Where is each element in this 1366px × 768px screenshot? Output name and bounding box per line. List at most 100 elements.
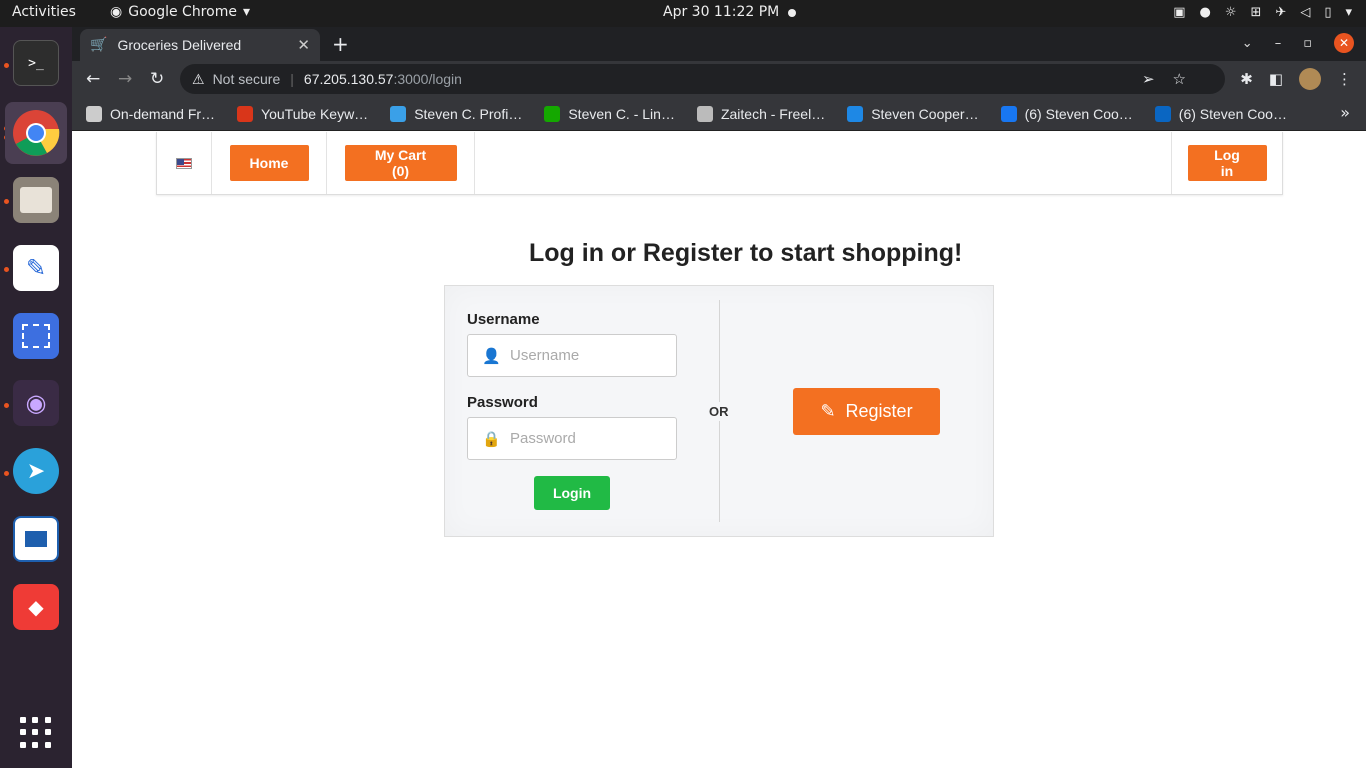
status-icon: ● — [1199, 5, 1211, 20]
send-icon[interactable]: ➢ — [1142, 70, 1155, 88]
toolbar-actions: ✱ ◧ ⋮ — [1240, 68, 1352, 90]
cart-favicon-icon: 🛒 — [90, 37, 108, 53]
page-title: Log in or Register to start shopping! — [529, 239, 963, 267]
register-button-label: Register — [845, 401, 913, 421]
bookmark-label: Steven C. Profi… — [414, 105, 523, 122]
bookmark-favicon-icon — [237, 105, 254, 122]
close-tab-icon[interactable]: ✕ — [297, 36, 310, 54]
maximize-button[interactable]: ▫ — [1303, 36, 1312, 51]
forward-button[interactable]: → — [118, 69, 132, 89]
tab-search-icon[interactable]: ⌄ — [1242, 36, 1253, 51]
dock: >_ ✎ ◉ ➤ ◆ — [0, 27, 72, 768]
running-indicator — [4, 199, 9, 204]
url-path: :3000/login — [393, 71, 462, 87]
new-tab-button[interactable]: + — [332, 32, 349, 56]
lock-icon: 🔒 — [482, 430, 501, 448]
username-field[interactable]: 👤 — [467, 334, 677, 377]
os-top-bar: Activities ◉ Google Chrome ▾ Apr 30 11:2… — [0, 0, 1366, 27]
clock[interactable]: Apr 30 11:22 PM — [663, 4, 779, 20]
anydesk-icon[interactable]: ◆ — [13, 584, 59, 630]
tab-groceries[interactable]: 🛒 Groceries Delivered ✕ — [80, 29, 320, 61]
register-button[interactable]: ✎ Register — [793, 388, 940, 435]
screenshot-icon[interactable] — [13, 313, 59, 359]
volume-icon: ◁ — [1300, 5, 1311, 20]
running-indicator — [4, 267, 9, 272]
bookmark-favicon-icon — [696, 105, 713, 122]
password-field[interactable]: 🔒 — [467, 417, 677, 460]
log-in-button[interactable]: Log in — [1187, 145, 1267, 181]
menu-icon[interactable]: ⋮ — [1337, 70, 1352, 88]
tab-title: Groceries Delivered — [117, 37, 242, 53]
browser-toolbar: ← → ↻ ⚠ Not secure | 67.205.130.57 :3000… — [72, 61, 1366, 97]
extensions-icon[interactable]: ✱ — [1240, 70, 1253, 88]
writer-icon[interactable] — [13, 516, 59, 562]
telegram-icon[interactable]: ➤ — [13, 448, 59, 494]
close-window-button[interactable]: ✕ — [1334, 33, 1354, 53]
window-controls: ⌄ – ▫ ✕ — [1242, 33, 1354, 53]
bookmark-star-icon[interactable]: ☆ — [1173, 70, 1186, 88]
reload-button[interactable]: ↻ — [150, 69, 164, 89]
video-recorder-icon[interactable]: ◉ — [13, 380, 59, 426]
username-input[interactable] — [510, 347, 670, 364]
home-button[interactable]: Home — [229, 145, 309, 181]
omnibox-actions: ➢ ☆ — [1142, 70, 1186, 88]
not-secure-label: Not secure — [212, 71, 281, 87]
bookmark-label: Steven C. - Lin… — [568, 105, 675, 122]
bookmark-label: Zaitech - Freel… — [720, 105, 826, 122]
bookmark-label: (6) Steven Coo… — [1024, 105, 1133, 122]
login-register-panel: Username 👤 Password 🔒 Login OR ✎ Registe… — [444, 285, 994, 537]
address-bar[interactable]: ⚠ Not secure | 67.205.130.57 :3000/login — [180, 64, 1225, 94]
chrome-icon[interactable] — [5, 102, 67, 164]
bookmarks-bar: On-demand Fr… YouTube Keyw… Steven C. Prof… — [72, 97, 1366, 131]
username-label: Username — [467, 311, 540, 328]
language-selector[interactable] — [157, 132, 212, 194]
or-label: OR — [707, 402, 731, 421]
tab-strip: 🛒 Groceries Delivered ✕ + ⌄ – ▫ ✕ — [72, 27, 1366, 61]
bookmark-item[interactable]: (6) Steven Coo… — [1154, 105, 1287, 122]
bookmark-favicon-icon — [390, 105, 407, 122]
running-indicator — [4, 63, 9, 68]
bookmark-label: On-demand Fr… — [110, 105, 216, 122]
bookmark-label: YouTube Keyw… — [261, 105, 369, 122]
notification-dot — [788, 9, 796, 17]
show-apps-icon[interactable] — [20, 717, 52, 749]
nav-cart-cell: My Cart (0) — [327, 132, 475, 194]
bookmark-item[interactable]: (6) Steven Coo… — [1000, 105, 1133, 122]
profile-avatar[interactable] — [1299, 68, 1321, 90]
bookmark-favicon-icon — [1154, 105, 1171, 122]
minimize-button[interactable]: – — [1275, 36, 1282, 51]
user-icon: 👤 — [482, 347, 501, 365]
bookmark-item[interactable]: On-demand Fr… — [86, 105, 216, 122]
chevron-down-icon: ▾ — [1345, 5, 1352, 20]
my-cart-button[interactable]: My Cart (0) — [344, 145, 457, 181]
login-button[interactable]: Login — [534, 476, 610, 510]
app-menu[interactable]: ◉ Google Chrome ▾ — [110, 4, 250, 20]
bookmarks-overflow-icon[interactable]: » — [1340, 103, 1350, 122]
app-menu-label: Google Chrome — [128, 4, 237, 20]
terminal-icon[interactable]: >_ — [13, 40, 59, 86]
side-panel-icon[interactable]: ◧ — [1269, 70, 1283, 88]
chrome-small-icon: ◉ — [110, 4, 123, 20]
network-icon: ⊞ — [1250, 5, 1262, 20]
bookmark-favicon-icon — [86, 105, 102, 122]
bookmark-item[interactable]: Steven C. Profi… — [390, 105, 523, 122]
bookmark-label: (6) Steven Coo… — [1178, 105, 1287, 122]
back-button[interactable]: ← — [86, 69, 100, 89]
bookmark-item[interactable]: Steven C. - Lin… — [544, 105, 675, 122]
files-icon[interactable] — [13, 177, 59, 223]
bookmark-item[interactable]: Steven Cooper… — [847, 105, 979, 122]
brightness-icon: ☼ — [1224, 5, 1237, 20]
text-editor-icon[interactable]: ✎ — [13, 245, 59, 291]
nav-login-cell: Log in — [1171, 132, 1282, 194]
bookmark-item[interactable]: Zaitech - Freel… — [696, 105, 826, 122]
password-input[interactable] — [510, 430, 670, 447]
bookmark-favicon-icon — [847, 105, 864, 122]
system-tray[interactable]: ▣ ● ☼ ⊞ ✈ ◁ ▯ ▾ — [1173, 5, 1352, 20]
page-content: Home My Cart (0) Log in Log in or Regist… — [72, 131, 1366, 768]
running-indicator — [4, 471, 9, 476]
activities-button[interactable]: Activities — [12, 4, 76, 20]
password-label: Password — [467, 394, 538, 411]
warning-icon: ⚠ — [192, 70, 205, 87]
bookmark-favicon-icon — [544, 105, 561, 122]
bookmark-item[interactable]: YouTube Keyw… — [237, 105, 369, 122]
